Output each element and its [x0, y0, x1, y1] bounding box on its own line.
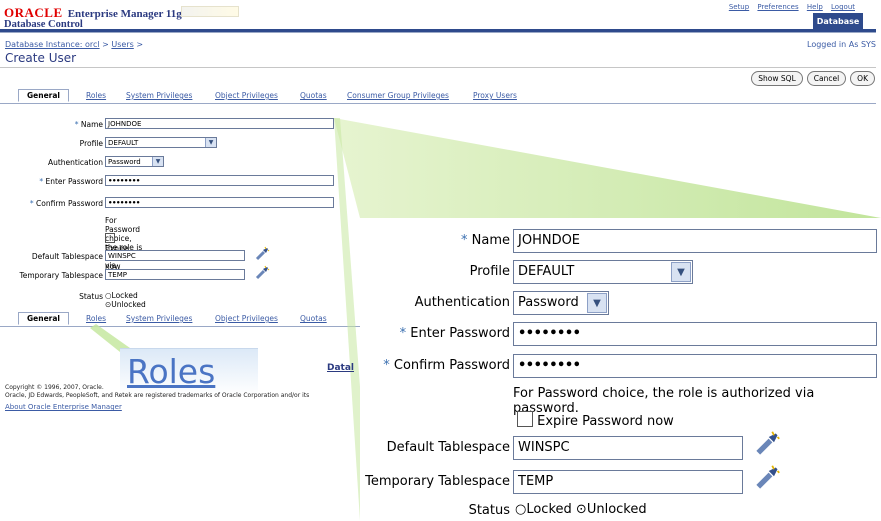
zoomed-form: * Name JOHNDOE Profile DEFAULT ▼ Authenti… [360, 218, 881, 521]
temporary-tablespace-input[interactable]: TEMP [513, 470, 743, 494]
status-locked-radio[interactable]: ○ [515, 502, 526, 517]
status-locked-label: Locked [526, 502, 572, 517]
expire-password-row: Expire Password now [517, 411, 674, 429]
temporary-tablespace-label: Temporary Tablespace [365, 474, 510, 489]
authentication-select[interactable]: Password ▼ [513, 291, 609, 315]
authentication-label: Authentication [414, 295, 510, 310]
status-label: Status [468, 503, 510, 518]
expire-password-label: Expire Password now [537, 414, 674, 429]
flashlight-search-icon[interactable] [753, 464, 781, 492]
confirm-password-input[interactable]: •••••••• [513, 354, 877, 378]
default-tablespace-label: Default Tablespace [386, 440, 510, 455]
status-unlocked-radio[interactable]: ⊙ [576, 502, 587, 517]
zoom-callout-wedge [334, 118, 881, 218]
confirm-password-label: * Confirm Password [383, 358, 510, 373]
default-tablespace-input[interactable]: WINSPC [513, 436, 743, 460]
status-unlocked-label: Unlocked [586, 502, 647, 517]
dropdown-arrow-icon[interactable]: ▼ [671, 262, 691, 282]
copyright-text: Copyright © 1996, 2007, Oracle. Oracle, … [5, 384, 310, 399]
dropdown-arrow-icon[interactable]: ▼ [587, 293, 607, 313]
enter-password-label: * Enter Password [399, 326, 510, 341]
status-radio-group: ○Locked ⊙Unlocked [515, 502, 647, 517]
flashlight-search-icon[interactable] [753, 430, 781, 458]
name-input[interactable]: JOHNDOE [513, 229, 877, 253]
about-link[interactable]: About Oracle Enterprise Manager [5, 403, 122, 411]
profile-label: Profile [469, 264, 510, 279]
name-label: * Name [461, 233, 510, 248]
profile-select[interactable]: DEFAULT ▼ [513, 260, 693, 284]
enter-password-input[interactable]: •••••••• [513, 322, 877, 346]
database-footer-link[interactable]: Datal [327, 363, 354, 373]
expire-password-checkbox[interactable] [517, 411, 533, 427]
